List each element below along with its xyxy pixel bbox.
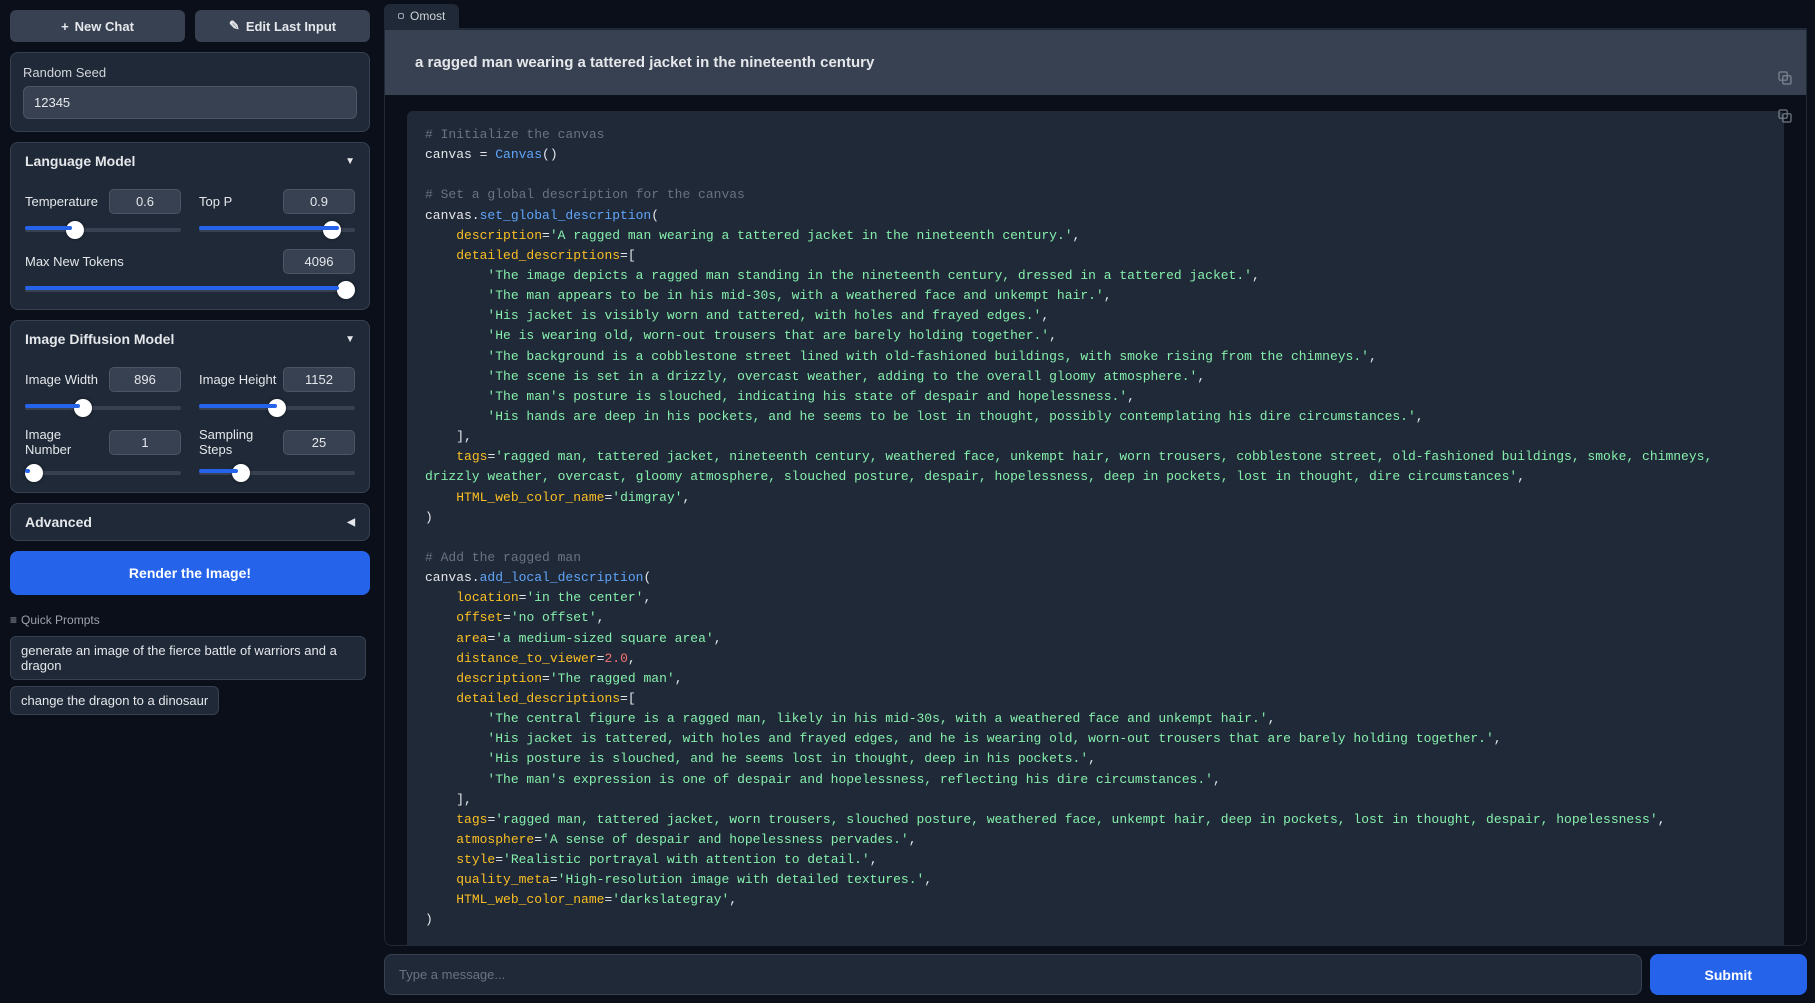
width-label: Image Width <box>25 372 98 387</box>
chat-scroll[interactable]: a ragged man wearing a tattered jacket i… <box>385 30 1806 945</box>
main-content: Omost a ragged man wearing a tattered ja… <box>380 0 1815 1003</box>
max-tokens-input[interactable] <box>283 249 355 274</box>
plus-icon: + <box>61 19 69 34</box>
seed-input[interactable] <box>23 86 357 119</box>
message-input[interactable] <box>384 954 1642 995</box>
quick-prompt-2[interactable]: change the dragon to a dinosaur <box>10 686 219 715</box>
edit-last-label: Edit Last Input <box>246 19 336 34</box>
number-slider[interactable] <box>25 471 181 475</box>
chevron-down-icon: ▼ <box>345 334 355 345</box>
number-input[interactable] <box>109 430 181 455</box>
quick-prompts-header: ≡ Quick Prompts <box>10 613 370 627</box>
copy-icon[interactable] <box>1776 69 1794 87</box>
chat-area: a ragged man wearing a tattered jacket i… <box>384 29 1807 946</box>
tab-label: Omost <box>410 9 445 23</box>
lm-header[interactable]: Language Model ▼ <box>11 143 369 179</box>
top-p-slider[interactable] <box>199 228 355 232</box>
temperature-label: Temperature <box>25 194 98 209</box>
chevron-left-icon: ◀ <box>347 517 355 528</box>
assistant-message: # Initialize the canvas canvas = Canvas(… <box>385 95 1806 945</box>
edit-last-button[interactable]: ✎ Edit Last Input <box>195 10 370 42</box>
width-slider[interactable] <box>25 406 181 410</box>
dm-header-label: Image Diffusion Model <box>25 331 174 347</box>
dm-header[interactable]: Image Diffusion Model ▼ <box>11 321 369 357</box>
height-input[interactable] <box>283 367 355 392</box>
width-input[interactable] <box>109 367 181 392</box>
new-chat-label: New Chat <box>75 19 134 34</box>
quick-prompt-1[interactable]: generate an image of the fierce battle o… <box>10 636 366 680</box>
top-p-input[interactable] <box>283 189 355 214</box>
tab-icon <box>398 13 404 19</box>
max-tokens-label: Max New Tokens <box>25 254 124 269</box>
qp-header-label: Quick Prompts <box>21 613 100 627</box>
chevron-down-icon: ▼ <box>345 156 355 167</box>
temperature-slider[interactable] <box>25 228 181 232</box>
tab-bar: Omost <box>384 4 1807 29</box>
code-block: # Initialize the canvas canvas = Canvas(… <box>407 111 1784 945</box>
language-model-panel: Language Model ▼ Temperature Top P Max Ne… <box>10 142 370 310</box>
steps-label: Sampling Steps <box>199 427 283 457</box>
copy-icon[interactable] <box>1776 107 1794 125</box>
render-button[interactable]: Render the Image! <box>10 551 370 595</box>
number-label: Image Number <box>25 427 109 457</box>
new-chat-button[interactable]: + New Chat <box>10 10 185 42</box>
user-message: a ragged man wearing a tattered jacket i… <box>385 30 1806 95</box>
seed-panel: Random Seed <box>10 52 370 132</box>
top-p-label: Top P <box>199 194 232 209</box>
height-slider[interactable] <box>199 406 355 410</box>
steps-slider[interactable] <box>199 471 355 475</box>
seed-label: Random Seed <box>23 65 357 80</box>
steps-input[interactable] <box>283 430 355 455</box>
pencil-icon: ✎ <box>229 18 240 34</box>
list-icon: ≡ <box>10 613 17 627</box>
height-label: Image Height <box>199 372 276 387</box>
advanced-panel[interactable]: Advanced ◀ <box>10 503 370 541</box>
lm-header-label: Language Model <box>25 153 135 169</box>
submit-button[interactable]: Submit <box>1650 954 1807 995</box>
sidebar: + New Chat ✎ Edit Last Input Random Seed L… <box>0 0 380 1003</box>
temperature-input[interactable] <box>109 189 181 214</box>
diffusion-model-panel: Image Diffusion Model ▼ Image Width Image… <box>10 320 370 493</box>
user-message-text: a ragged man wearing a tattered jacket i… <box>415 54 874 71</box>
tab-omost[interactable]: Omost <box>384 4 459 28</box>
max-tokens-slider[interactable] <box>25 288 355 292</box>
advanced-label: Advanced <box>25 514 92 530</box>
